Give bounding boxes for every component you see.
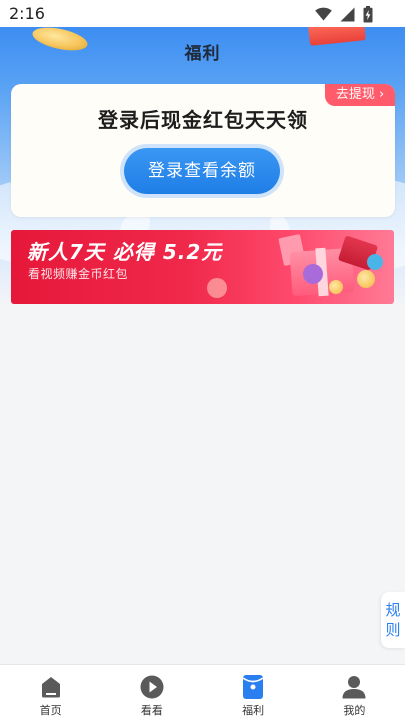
coin-decoration bbox=[329, 280, 343, 294]
welfare-screen: 2:16 福利 去提现 › 登录后现金红包天天领 登录查看余额 新人7天 必得 … bbox=[0, 0, 405, 720]
coin-decoration bbox=[207, 278, 227, 298]
nav-label: 首页 bbox=[39, 704, 62, 717]
nav-item-profile[interactable]: 我的 bbox=[304, 665, 405, 720]
login-button[interactable]: 登录查看余额 bbox=[124, 148, 280, 194]
login-card: 去提现 › 登录后现金红包天天领 登录查看余额 bbox=[11, 84, 395, 217]
status-bar: 2:16 bbox=[0, 0, 405, 27]
status-icons bbox=[315, 5, 373, 22]
rules-label-char: 则 bbox=[385, 621, 401, 639]
profile-icon bbox=[342, 676, 366, 699]
play-icon bbox=[140, 675, 164, 699]
nav-item-home[interactable]: 首页 bbox=[0, 665, 101, 720]
wifi-icon bbox=[315, 7, 332, 21]
signal-icon bbox=[340, 7, 355, 21]
nav-label: 我的 bbox=[343, 704, 366, 717]
bottom-navigation: 首页 看看 福利 我的 bbox=[0, 664, 405, 720]
home-icon bbox=[41, 677, 60, 698]
chevron-right-icon: › bbox=[378, 87, 385, 102]
newcomer-promo-banner[interactable]: 新人7天 必得 5.2元 看视频赚金币红包 bbox=[11, 230, 394, 304]
page-title: 福利 bbox=[184, 44, 221, 64]
promo-subtitle: 看视频赚金币红包 bbox=[28, 267, 129, 281]
battery-icon bbox=[363, 5, 373, 22]
ball-decoration bbox=[367, 254, 383, 270]
nav-item-welfare[interactable]: 福利 bbox=[203, 665, 304, 720]
rules-button[interactable]: 规 则 bbox=[381, 592, 405, 648]
status-time: 2:16 bbox=[9, 4, 45, 23]
welfare-icon bbox=[242, 675, 264, 699]
withdraw-label: 去提现 bbox=[335, 87, 375, 102]
login-headline: 登录后现金红包天天领 bbox=[98, 108, 308, 132]
withdraw-button[interactable]: 去提现 › bbox=[325, 84, 395, 106]
coin-decoration bbox=[357, 270, 375, 288]
nav-label: 福利 bbox=[242, 704, 265, 717]
ball-decoration bbox=[303, 264, 323, 284]
promo-title: 新人7天 必得 5.2元 bbox=[27, 240, 223, 264]
nav-item-watch[interactable]: 看看 bbox=[101, 665, 202, 720]
nav-label: 看看 bbox=[140, 704, 163, 717]
rules-label-char: 规 bbox=[385, 601, 401, 619]
